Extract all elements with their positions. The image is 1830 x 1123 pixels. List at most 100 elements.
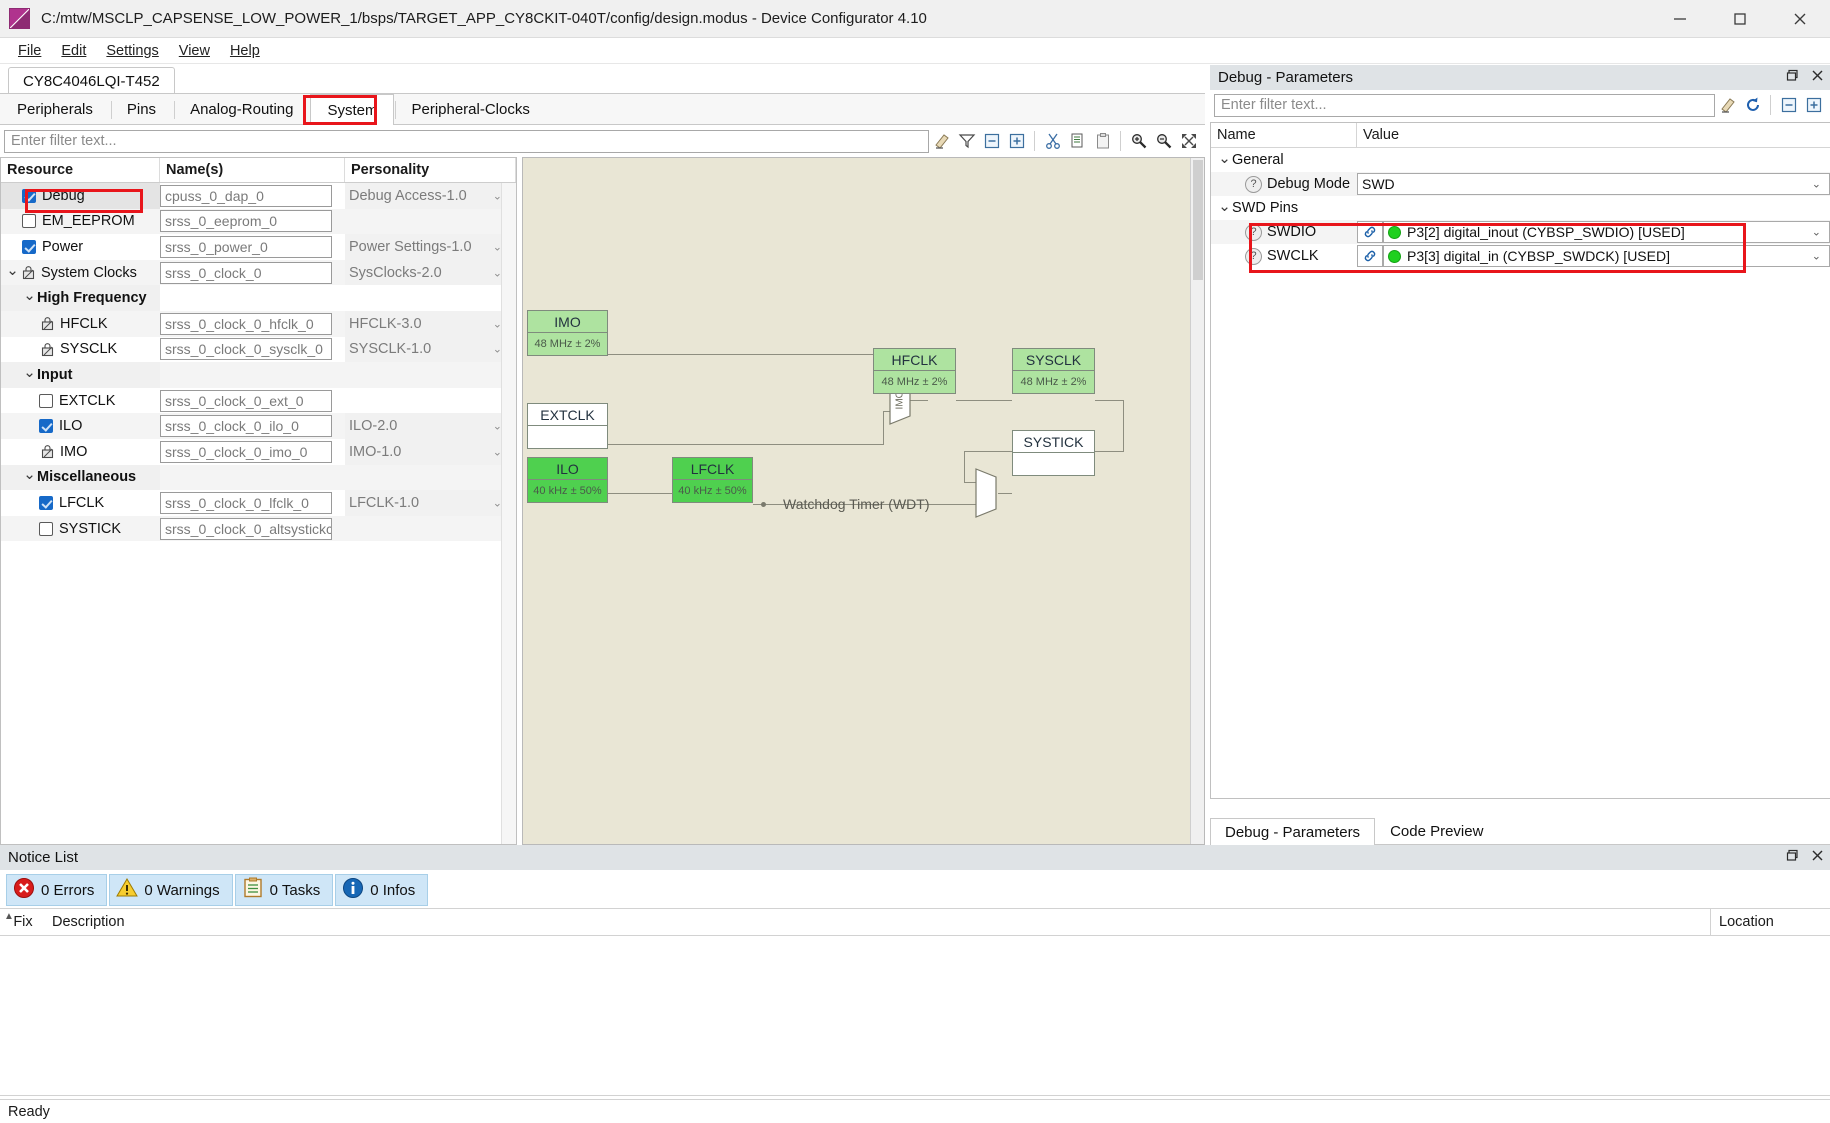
- name-input[interactable]: cpuss_0_dap_0: [160, 184, 332, 207]
- parameters-row-swclk[interactable]: ? SWCLK P3[3] digital_in (CYBSP_SWDCK) [US…: [1211, 244, 1830, 268]
- tree-row-input[interactable]: ⌄ Input: [1, 362, 516, 388]
- close-button[interactable]: [1770, 0, 1830, 38]
- clock-node-extclk[interactable]: EXTCLK: [527, 403, 608, 449]
- chevron-down-icon[interactable]: ⌄: [5, 261, 20, 279]
- menu-settings[interactable]: Settings: [96, 41, 168, 61]
- menu-file[interactable]: File: [8, 41, 51, 61]
- name-input[interactable]: srss_0_clock_0_imo_0: [160, 440, 332, 463]
- maximize-button[interactable]: [1710, 0, 1770, 38]
- eraser-icon[interactable]: [929, 129, 954, 154]
- clock-node-ilo[interactable]: ILO 40 kHz ± 50%: [527, 457, 608, 503]
- filter-icon[interactable]: [954, 129, 979, 154]
- chevron-down-icon[interactable]: ⌄: [1217, 197, 1232, 215]
- fit-to-window-icon[interactable]: [1176, 129, 1201, 154]
- menu-edit[interactable]: Edit: [51, 41, 96, 61]
- zoom-in-icon[interactable]: [1126, 129, 1151, 154]
- tab-peripheral-clocks[interactable]: Peripheral-Clocks: [394, 94, 546, 124]
- zoom-out-icon[interactable]: [1151, 129, 1176, 154]
- close-icon[interactable]: [1811, 69, 1824, 86]
- collapse-all-icon[interactable]: [1776, 93, 1801, 118]
- help-icon[interactable]: ?: [1245, 223, 1262, 241]
- parameters-filter-input[interactable]: Enter filter text...: [1214, 93, 1715, 117]
- checkbox-debug[interactable]: [22, 188, 36, 203]
- chip-infos[interactable]: 0 Infos: [335, 874, 429, 906]
- personality-dropdown[interactable]: Debug Access-1.0 ⌄: [345, 183, 516, 209]
- tree-row-sysclk[interactable]: SYSCLK srss_0_clock_0_sysclk_0 SYSCLK-1.0 ⌄: [1, 336, 516, 363]
- tree-scrollbar[interactable]: [501, 183, 516, 844]
- name-input[interactable]: srss_0_power_0: [160, 235, 332, 258]
- tree-row-ilo[interactable]: ILO srss_0_clock_0_ilo_0 ILO-2.0 ⌄: [1, 413, 516, 439]
- expand-all-icon[interactable]: [1004, 129, 1029, 154]
- parameters-row-debug-mode[interactable]: ? Debug Mode SWD ⌄: [1211, 172, 1830, 196]
- personality-dropdown[interactable]: IMO-1.0 ⌄: [345, 438, 516, 465]
- personality-dropdown[interactable]: SysClocks-2.0 ⌄: [345, 259, 516, 286]
- personality-dropdown[interactable]: Power Settings-1.0 ⌄: [345, 234, 516, 260]
- parameters-value-dropdown[interactable]: P3[3] digital_in (CYBSP_SWDCK) [USED] ⌄: [1383, 245, 1830, 267]
- tree-row-lfclk[interactable]: LFCLK srss_0_clock_0_lfclk_0 LFCLK-1.0 ⌄: [1, 490, 516, 516]
- tab-debug-parameters[interactable]: Debug - Parameters: [1210, 818, 1376, 845]
- name-input[interactable]: srss_0_clock_0_lfclk_0: [160, 491, 332, 514]
- tree-row-high-frequency[interactable]: ⌄ High Frequency: [1, 285, 516, 311]
- name-input[interactable]: srss_0_eeprom_0: [160, 210, 332, 233]
- expand-all-icon[interactable]: [1801, 93, 1826, 118]
- parameters-group-general[interactable]: ⌄ General: [1211, 148, 1830, 172]
- restore-icon[interactable]: [1786, 849, 1799, 866]
- refresh-icon[interactable]: [1740, 93, 1765, 118]
- parameters-row-swdio[interactable]: ? SWDIO P3[2] digital_inout (CYBSP_SWDIO) …: [1211, 220, 1830, 244]
- parameters-group-swd-pins[interactable]: ⌄ SWD Pins: [1211, 196, 1830, 220]
- chevron-down-icon[interactable]: ⌄: [1812, 178, 1821, 191]
- clock-node-imo[interactable]: IMO 48 MHz ± 2%: [527, 310, 608, 356]
- tree-row-em-eeprom[interactable]: EM_EEPROM srss_0_eeprom_0: [1, 208, 516, 235]
- checkbox-ilo[interactable]: [39, 419, 53, 434]
- clock-node-lfclk[interactable]: LFCLK 40 kHz ± 50%: [672, 457, 753, 503]
- menu-view[interactable]: View: [169, 41, 220, 61]
- personality-dropdown[interactable]: ILO-2.0 ⌄: [345, 413, 516, 439]
- chevron-down-icon[interactable]: ⌄: [22, 363, 37, 381]
- minimize-button[interactable]: [1650, 0, 1710, 38]
- menu-help[interactable]: Help: [220, 41, 270, 61]
- tab-system[interactable]: System: [310, 94, 395, 125]
- checkbox-systick[interactable]: [39, 521, 53, 536]
- chevron-down-icon[interactable]: ⌄: [1217, 149, 1232, 167]
- collapse-all-icon[interactable]: [979, 129, 1004, 154]
- name-input[interactable]: srss_0_clock_0_ext_0: [160, 389, 332, 412]
- name-input[interactable]: srss_0_clock_0_altsystickclk_0: [160, 517, 332, 540]
- canvas-scrollbar[interactable]: [1190, 158, 1204, 844]
- restore-icon[interactable]: [1786, 69, 1799, 86]
- checkbox-extclk[interactable]: [39, 393, 53, 408]
- left-filter-input[interactable]: Enter filter text...: [4, 129, 929, 153]
- tree-row-imo[interactable]: IMO srss_0_clock_0_imo_0 IMO-1.0 ⌄: [1, 438, 516, 465]
- chevron-down-icon[interactable]: ⌄: [22, 286, 37, 304]
- chip-warnings[interactable]: 0 Warnings: [109, 874, 233, 906]
- tab-analog-routing[interactable]: Analog-Routing: [173, 94, 310, 124]
- clock-node-systick[interactable]: SYSTICK: [1012, 430, 1095, 476]
- checkbox-em_eeprom[interactable]: [22, 214, 36, 229]
- chip-tasks[interactable]: 0 Tasks: [234, 874, 334, 906]
- chevron-up-icon[interactable]: ▲: [4, 911, 14, 922]
- eraser-icon[interactable]: [1715, 93, 1740, 118]
- cut-icon[interactable]: [1040, 129, 1065, 154]
- chevron-down-icon[interactable]: ⌄: [1812, 250, 1821, 263]
- personality-dropdown[interactable]: LFCLK-1.0 ⌄: [345, 490, 516, 516]
- personality-dropdown[interactable]: SYSCLK-1.0 ⌄: [345, 336, 516, 363]
- personality-dropdown[interactable]: HFCLK-3.0 ⌄: [345, 310, 516, 337]
- name-input[interactable]: srss_0_clock_0: [160, 261, 332, 284]
- parameters-value-dropdown[interactable]: P3[2] digital_inout (CYBSP_SWDIO) [USED]…: [1383, 221, 1830, 243]
- name-input[interactable]: srss_0_clock_0_sysclk_0: [160, 338, 332, 361]
- tree-row-extclk[interactable]: EXTCLK srss_0_clock_0_ext_0: [1, 388, 516, 414]
- close-icon[interactable]: [1811, 849, 1824, 866]
- tree-row-hfclk[interactable]: HFCLK srss_0_clock_0_hfclk_0 HFCLK-3.0 ⌄: [1, 310, 516, 337]
- parameters-value-dropdown[interactable]: SWD ⌄: [1357, 173, 1830, 195]
- chevron-down-icon[interactable]: ⌄: [1812, 226, 1821, 239]
- tab-peripherals[interactable]: Peripherals: [0, 94, 110, 124]
- help-icon[interactable]: ?: [1245, 175, 1262, 193]
- link-icon[interactable]: [1357, 245, 1383, 267]
- tab-pins[interactable]: Pins: [110, 94, 173, 124]
- mux-systick-source[interactable]: [975, 468, 997, 518]
- link-icon[interactable]: [1357, 221, 1383, 243]
- clock-node-hfclk[interactable]: HFCLK 48 MHz ± 2%: [873, 348, 956, 394]
- tree-row-miscellaneous[interactable]: ⌄ Miscellaneous: [1, 464, 516, 491]
- device-tab[interactable]: CY8C4046LQI-T452: [8, 67, 175, 94]
- tree-row-systick[interactable]: SYSTICK srss_0_clock_0_altsystickclk_0: [1, 515, 516, 542]
- name-input[interactable]: srss_0_clock_0_hfclk_0: [160, 312, 332, 335]
